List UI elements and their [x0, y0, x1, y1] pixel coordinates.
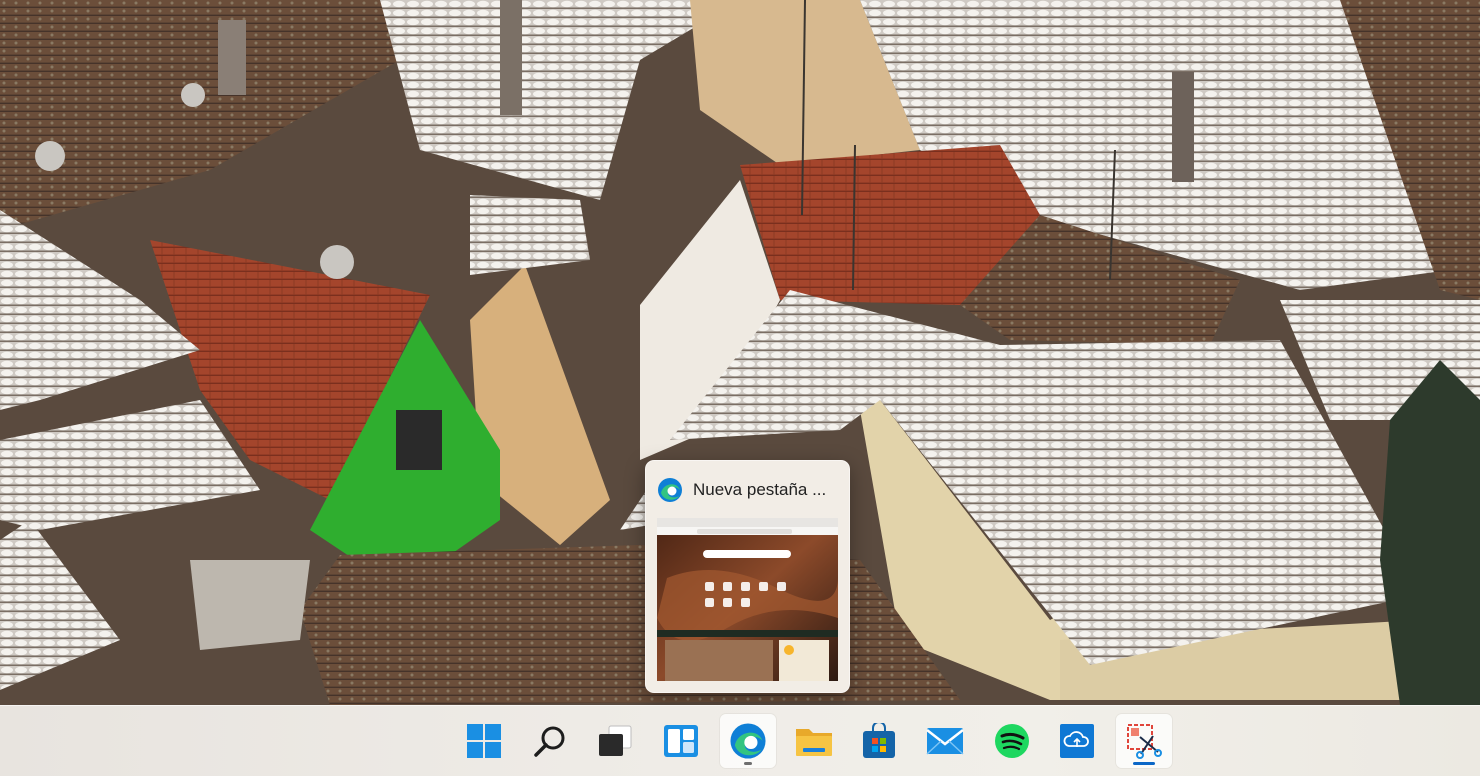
spotify-button[interactable]: [984, 714, 1040, 768]
task-view-button[interactable]: [587, 714, 643, 768]
search-icon: [533, 724, 567, 758]
edge-icon: [657, 477, 683, 503]
start-button[interactable]: [456, 714, 512, 768]
edge-button[interactable]: [720, 714, 776, 768]
running-indicator: [744, 762, 752, 765]
preview-title: Nueva pestaña ...: [693, 480, 827, 499]
file-explorer-button[interactable]: [786, 714, 842, 768]
mail-button[interactable]: [917, 714, 973, 768]
taskbar-thumbnail-preview[interactable]: Nueva pestaña ...: [645, 460, 850, 693]
taskbar: [0, 705, 1480, 776]
cloud-icon: [1059, 723, 1095, 759]
search-button[interactable]: [522, 714, 578, 768]
widgets-button[interactable]: [653, 714, 709, 768]
spotify-icon: [994, 723, 1030, 759]
onedrive-button[interactable]: [1049, 714, 1105, 768]
preview-header: Nueva pestaña ...: [646, 461, 849, 519]
preview-thumbnail[interactable]: [657, 518, 838, 681]
widgets-icon: [663, 724, 699, 758]
store-button[interactable]: [851, 714, 907, 768]
task-view-icon: [597, 724, 633, 758]
store-icon: [861, 723, 897, 759]
folder-icon: [795, 724, 833, 758]
scissors-icon: [1125, 722, 1163, 760]
edge-icon: [729, 722, 767, 760]
active-indicator: [1133, 762, 1155, 765]
windows-logo-icon: [467, 724, 501, 758]
mail-icon: [926, 725, 964, 757]
snipping-tool-button[interactable]: [1116, 714, 1172, 768]
